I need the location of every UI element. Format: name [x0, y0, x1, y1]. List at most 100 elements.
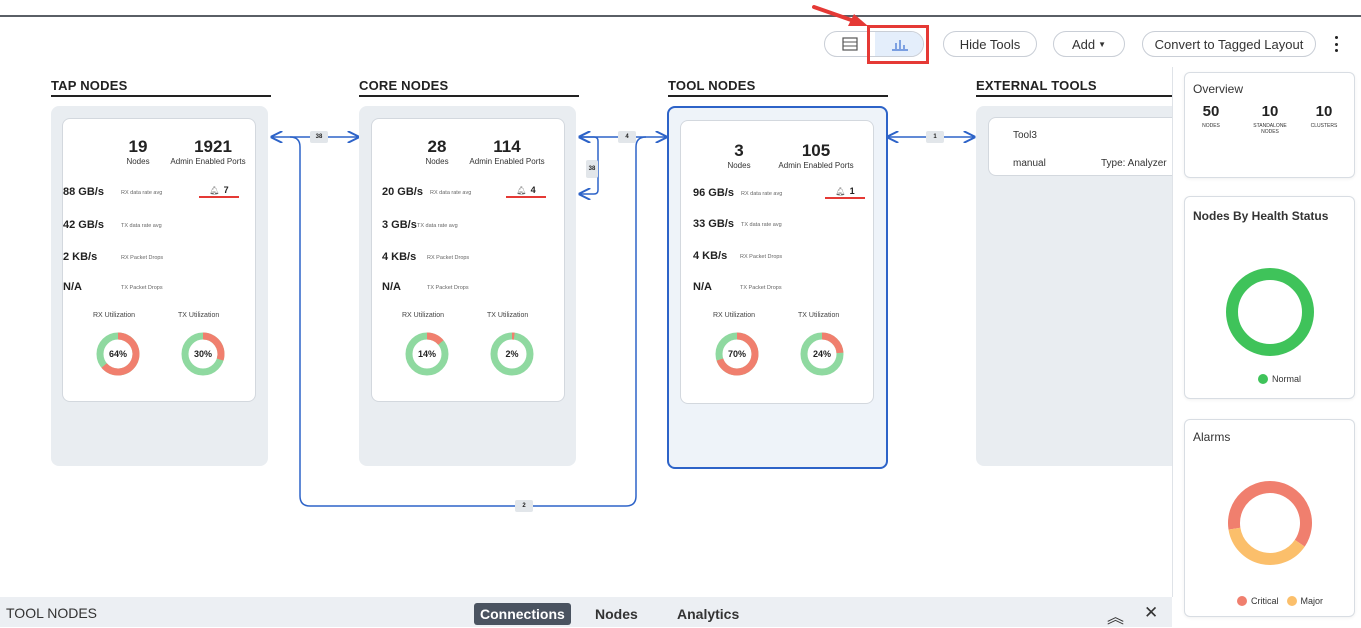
core-alarm-count: 4	[531, 185, 536, 195]
normal-dot-icon	[1258, 374, 1268, 384]
core-rx-drops-label: RX Packet Drops	[427, 255, 469, 261]
alarms-critical-arc	[1234, 487, 1306, 543]
critical-dot-icon	[1237, 596, 1247, 606]
core-rx-util-value: 14%	[404, 331, 450, 377]
health-title: Nodes By Health Status	[1193, 209, 1328, 223]
major-dot-icon	[1287, 596, 1297, 606]
alarms-major-arc	[1234, 529, 1299, 559]
core-alarm-badge[interactable]: 🔔︎ 4	[506, 184, 546, 198]
tap-tx-util-donut: 30%	[180, 331, 226, 377]
alarms-legend: Critical Major	[1237, 596, 1323, 606]
tap-nodes-card[interactable]: 19 Nodes 1921 Admin Enabled Ports 88 GB/…	[62, 118, 256, 402]
tool-ports-count: 105	[776, 141, 856, 161]
bottom-panel-title: TOOL NODES	[6, 605, 97, 621]
tap-tx-drops-label: TX Packet Drops	[121, 285, 163, 291]
health-normal-arc	[1232, 274, 1308, 350]
overview-nodes-count: 50	[1186, 103, 1236, 120]
overview-standalone-count: 10	[1245, 103, 1295, 120]
overview-panel: Overview 50 NODES 10 STANDALONE NODES 10…	[1184, 72, 1355, 178]
tap-alarm-count: 7	[224, 185, 229, 195]
alarms-title: Alarms	[1193, 430, 1230, 444]
tap-tx-drops: N/A	[63, 281, 82, 293]
core-rx-rate: 20 GB/s	[382, 186, 423, 198]
tool-nodes-card[interactable]: 3 Nodes 105 Admin Enabled Ports 96 GB/s …	[680, 120, 874, 404]
tool-tx-util-donut: 24%	[799, 331, 845, 377]
core-tx-util-label: TX Utilization	[487, 312, 528, 319]
alarms-legend-major: Major	[1301, 596, 1324, 606]
bottom-panel-bar	[0, 597, 1172, 627]
link-badge-tap-core: 38	[310, 131, 328, 143]
tap-rx-drops-label: RX Packet Drops	[121, 255, 163, 261]
tool-tx-rate: 33 GB/s	[693, 218, 734, 230]
tab-nodes[interactable]: Nodes	[589, 603, 644, 625]
tool-alarm-badge[interactable]: 🔔︎ 1	[825, 185, 865, 199]
tool-tx-drops: N/A	[693, 281, 712, 293]
tap-alarm-badge[interactable]: 🔔︎ 7	[199, 184, 239, 198]
external-tool-name: Tool3	[1013, 130, 1037, 141]
tap-rx-rate: 88 GB/s	[63, 186, 104, 198]
core-rx-drops: 4 KB/s	[382, 251, 416, 263]
link-badge-core-self: 38	[586, 160, 598, 178]
tool-rx-util-value: 70%	[714, 331, 760, 377]
tap-rx-util-label: RX Utilization	[93, 312, 135, 319]
tab-connections[interactable]: Connections	[474, 603, 571, 625]
overview-standalone-label: STANDALONE NODES	[1245, 123, 1295, 135]
tool-tx-drops-label: TX Packet Drops	[740, 285, 782, 291]
tap-tx-rate: 42 GB/s	[63, 219, 104, 231]
overview-nodes-label: NODES	[1186, 123, 1236, 129]
health-panel: Nodes By Health Status Normal	[1184, 196, 1355, 399]
health-donut-chart	[1225, 267, 1315, 357]
core-tx-util-value: 2%	[489, 331, 535, 377]
tool-rx-label: RX data rate avg	[741, 191, 782, 197]
tap-rx-drops: 2 KB/s	[63, 251, 97, 263]
core-rx-util-label: RX Utilization	[402, 312, 444, 319]
core-tx-drops-label: TX Packet Drops	[427, 285, 469, 291]
more-options-icon[interactable]	[1333, 36, 1339, 52]
alarms-legend-critical: Critical	[1251, 596, 1279, 606]
external-tool-card[interactable]: Tool3 manual Type: Analyzer	[988, 117, 1172, 176]
core-ports-count: 114	[467, 137, 547, 157]
collapse-up-icon[interactable]: ︽	[1107, 603, 1124, 628]
tab-analytics[interactable]: Analytics	[671, 603, 745, 625]
tap-rx-util-value: 64%	[95, 331, 141, 377]
tap-ports-label: Admin Enabled Ports	[158, 157, 258, 166]
overview-title: Overview	[1193, 82, 1243, 96]
tool-rx-rate: 96 GB/s	[693, 187, 734, 199]
core-tx-util-donut: 2%	[489, 331, 535, 377]
tap-ports-count: 1921	[173, 137, 253, 157]
close-icon[interactable]: ✕	[1144, 603, 1158, 623]
core-rx-label: RX data rate avg	[430, 190, 471, 196]
core-nodes-card[interactable]: 28 Nodes 114 Admin Enabled Ports 20 GB/s…	[371, 118, 565, 402]
tool-rx-util-donut: 70%	[714, 331, 760, 377]
core-tx-drops: N/A	[382, 281, 401, 293]
bell-icon: 🔔︎	[516, 186, 526, 195]
health-legend-normal-label: Normal	[1272, 374, 1301, 384]
alarms-panel: Alarms Critical Major	[1184, 419, 1355, 617]
overview-clusters-label: CLUSTERS	[1299, 123, 1349, 129]
tool-nodes-label: Nodes	[704, 161, 774, 170]
tool-rx-util-label: RX Utilization	[713, 312, 755, 319]
link-badge-tap-tool: 2	[515, 500, 533, 512]
tool-ports-label: Admin Enabled Ports	[766, 161, 866, 170]
tool-alarm-count: 1	[850, 186, 855, 196]
tap-rx-util-donut: 64%	[95, 331, 141, 377]
sidebar-divider	[1172, 67, 1173, 597]
external-tool-type: Type: Analyzer	[1101, 158, 1167, 169]
tool-rx-drops: 4 KB/s	[693, 250, 727, 262]
tap-tx-util-value: 30%	[180, 331, 226, 377]
health-legend-normal: Normal	[1258, 374, 1301, 384]
link-badge-tool-external: 1	[926, 131, 944, 143]
core-ports-label: Admin Enabled Ports	[457, 157, 557, 166]
external-tool-mode: manual	[1013, 158, 1046, 169]
core-nodes-count: 28	[417, 137, 457, 157]
core-tx-label: TX data rate avg	[417, 223, 458, 229]
bell-icon: 🔔︎	[835, 187, 845, 196]
link-badge-core-tool: 4	[618, 131, 636, 143]
tap-rx-label: RX data rate avg	[121, 190, 162, 196]
tap-tx-label: TX data rate avg	[121, 223, 162, 229]
core-tx-rate: 3 GB/s	[382, 219, 417, 231]
tool-tx-util-value: 24%	[799, 331, 845, 377]
tool-rx-drops-label: RX Packet Drops	[740, 254, 782, 260]
tap-tx-util-label: TX Utilization	[178, 312, 219, 319]
core-rx-util-donut: 14%	[404, 331, 450, 377]
